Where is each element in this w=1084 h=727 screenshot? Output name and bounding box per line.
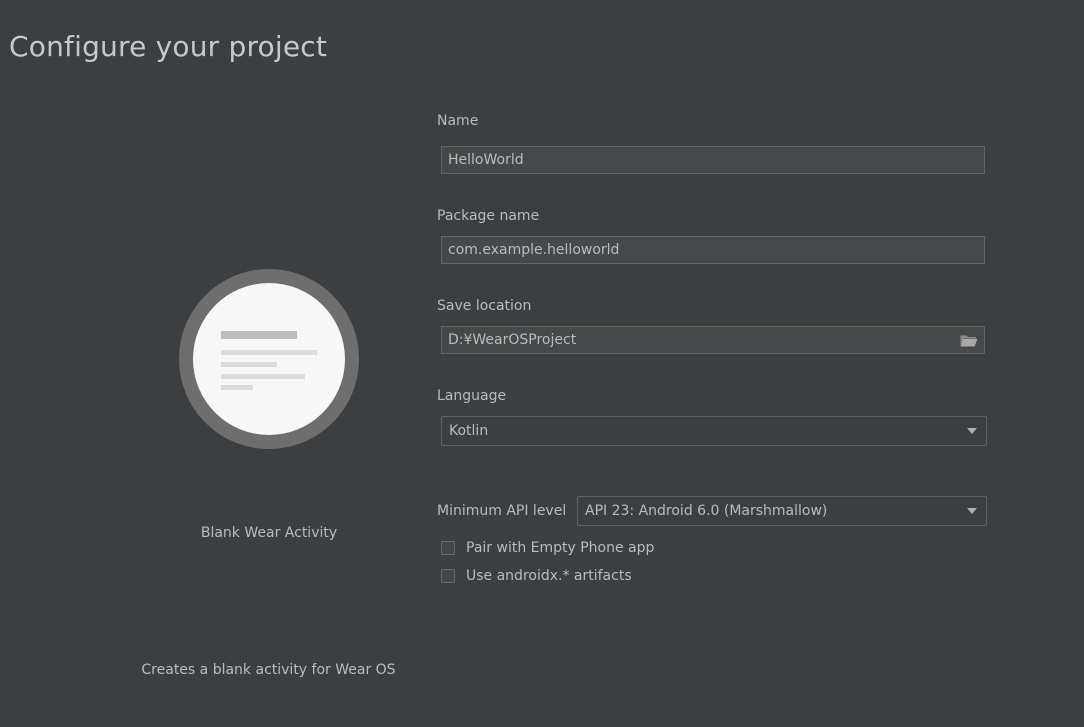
page-title: Configure your project: [9, 30, 328, 63]
name-label: Name: [437, 113, 479, 129]
template-description: Creates a blank activity for Wear OS: [141, 662, 396, 678]
language-label: Language: [437, 388, 507, 404]
pair-phone-app-label[interactable]: Pair with Empty Phone app: [466, 540, 654, 556]
chevron-down-icon[interactable]: [967, 508, 977, 514]
chevron-down-icon[interactable]: [967, 428, 977, 434]
save-location-value[interactable]: D:¥WearOSProject: [448, 332, 576, 348]
package-name-input[interactable]: [441, 236, 985, 264]
preview-text-line: [221, 362, 277, 367]
package-name-label: Package name: [437, 208, 540, 224]
use-androidx-checkbox[interactable]: [441, 569, 455, 583]
pair-phone-app-option[interactable]: Pair with Empty Phone app: [441, 539, 654, 557]
min-api-label: Minimum API level: [437, 503, 567, 519]
min-api-selected-value: API 23: Android 6.0 (Marshmallow): [585, 503, 828, 519]
language-selected-value: Kotlin: [449, 423, 489, 439]
use-androidx-option[interactable]: Use androidx.* artifacts: [441, 567, 632, 585]
name-input[interactable]: [441, 146, 985, 174]
folder-icon[interactable]: [960, 334, 978, 347]
save-location-label: Save location: [437, 298, 532, 314]
save-location-field[interactable]: D:¥WearOSProject: [441, 326, 985, 354]
template-name: Blank Wear Activity: [200, 525, 338, 541]
preview-text-line: [221, 350, 317, 355]
min-api-dropdown[interactable]: API 23: Android 6.0 (Marshmallow): [577, 496, 987, 526]
preview-text-line: [221, 374, 305, 379]
template-preview-image: [179, 269, 359, 449]
use-androidx-label[interactable]: Use androidx.* artifacts: [466, 568, 632, 584]
language-dropdown[interactable]: Kotlin: [441, 416, 987, 446]
pair-phone-app-checkbox[interactable]: [441, 541, 455, 555]
preview-text-line: [221, 385, 253, 390]
preview-title-line: [221, 331, 297, 339]
watch-face: [193, 283, 345, 435]
